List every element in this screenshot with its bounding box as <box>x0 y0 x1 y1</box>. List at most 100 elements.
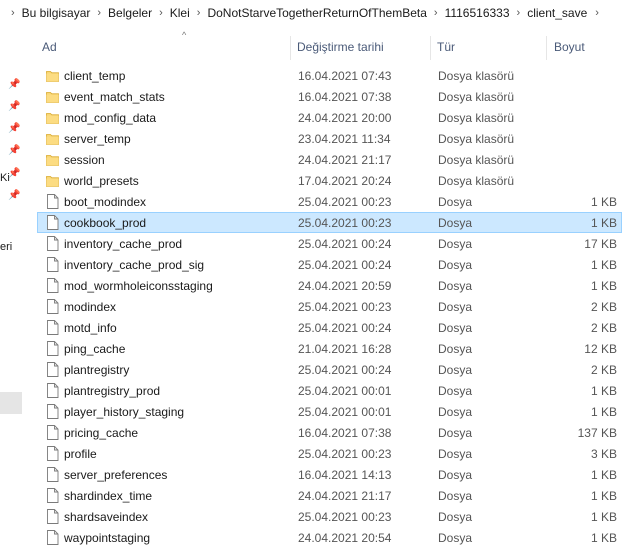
file-type: Dosya <box>438 342 473 356</box>
nav-item-selected[interactable] <box>0 392 22 414</box>
file-type: Dosya <box>438 300 473 314</box>
file-icon <box>46 341 59 356</box>
file-type: Dosya <box>438 405 473 419</box>
file-modified-date: 23.04.2021 11:34 <box>298 132 391 146</box>
file-row[interactable]: pricing_cache 16.04.2021 07:38 Dosya 137 KB <box>37 422 622 443</box>
file-row[interactable]: mod_config_data 24.04.2021 20:00 Dosya kla… <box>37 107 622 128</box>
file-row[interactable]: plantregistry 25.04.2021 00:24 Dosya 2 KB <box>37 359 622 380</box>
file-type: Dosya <box>438 363 473 377</box>
file-row[interactable]: player_history_staging 25.04.2021 00:01 Do… <box>37 401 622 422</box>
file-row[interactable]: mod_wormholeiconsstaging 24.04.2021 20:59… <box>37 275 622 296</box>
file-row[interactable]: event_match_stats 16.04.2021 07:38 Dosya k… <box>37 86 622 107</box>
file-row[interactable]: inventory_cache_prod 25.04.2021 00:24 Dosy… <box>37 233 622 254</box>
column-divider[interactable] <box>430 36 431 60</box>
file-row[interactable]: cookbook_prod 25.04.2021 00:23 Dosya 1 KB <box>37 212 622 233</box>
chevron-right-icon[interactable]: › <box>517 7 521 19</box>
file-modified-date: 16.04.2021 14:13 <box>298 468 392 482</box>
file-icon <box>46 194 59 209</box>
file-icon <box>46 362 59 377</box>
file-type: Dosya <box>438 321 473 335</box>
file-name: plantregistry <box>64 363 130 377</box>
file-row[interactable]: session 24.04.2021 21:17 Dosya klasörü <box>37 149 622 170</box>
column-divider[interactable] <box>546 36 547 60</box>
breadcrumb-item[interactable]: Bu bilgisayar <box>22 6 91 20</box>
file-icon <box>46 530 59 545</box>
file-name: inventory_cache_prod_sig <box>64 258 205 272</box>
column-header-name[interactable]: Ad <box>42 40 57 54</box>
file-name: profile <box>64 447 97 461</box>
pin-icon[interactable]: 📌 <box>8 168 20 179</box>
file-size: 2 KB <box>590 321 617 335</box>
file-modified-date: 24.04.2021 21:17 <box>298 153 392 167</box>
folder-icon <box>46 131 59 146</box>
breadcrumb-items: › Bu bilgisayar › Belgeler › Klei › DoNotStarve… <box>0 6 587 20</box>
nav-item-label[interactable]: eri <box>0 241 12 253</box>
file-row[interactable]: inventory_cache_prod_sig 25.04.2021 00:24… <box>37 254 622 275</box>
file-name: player_history_staging <box>64 405 185 419</box>
folder-icon <box>46 68 59 83</box>
breadcrumb-item[interactable]: client_save <box>527 6 587 20</box>
file-name: plantregistry_prod <box>64 384 161 398</box>
chevron-right-icon[interactable]: › <box>595 7 599 19</box>
file-name: server_preferences <box>64 468 168 482</box>
file-size: 3 KB <box>590 447 617 461</box>
file-row[interactable]: modindex 25.04.2021 00:23 Dosya 2 KB <box>37 296 622 317</box>
sort-ascending-icon: ^ <box>182 30 187 40</box>
breadcrumb-item[interactable]: Belgeler <box>108 6 152 20</box>
chevron-right-icon[interactable]: › <box>97 7 101 19</box>
file-row[interactable]: server_temp 23.04.2021 11:34 Dosya klasörü <box>37 128 622 149</box>
file-type: Dosya <box>438 279 473 293</box>
file-modified-date: 24.04.2021 20:59 <box>298 279 392 293</box>
breadcrumb-item[interactable]: DoNotStarveTogetherReturnOfThemBeta <box>207 6 426 20</box>
file-type: Dosya <box>438 216 473 230</box>
chevron-right-icon[interactable]: › <box>434 7 438 19</box>
breadcrumb: › Bu bilgisayar › Belgeler › Klei › DoNotStarve… <box>0 0 640 26</box>
column-header-size[interactable]: Boyut <box>554 40 585 54</box>
file-size: 2 KB <box>590 300 617 314</box>
pin-icon[interactable]: 📌 <box>8 190 20 201</box>
column-divider[interactable] <box>290 36 291 60</box>
file-size: 1 KB <box>590 195 617 209</box>
file-icon <box>46 299 59 314</box>
column-header-date[interactable]: Değiştirme tarihi <box>297 40 384 54</box>
column-header-type[interactable]: Tür <box>437 40 455 54</box>
file-row[interactable]: client_temp 16.04.2021 07:43 Dosya klasörü <box>37 65 622 86</box>
file-row[interactable]: boot_modindex 25.04.2021 00:23 Dosya 1 KB <box>37 191 622 212</box>
breadcrumb-item[interactable]: 1116516333 <box>445 6 510 20</box>
file-modified-date: 25.04.2021 00:24 <box>298 258 392 272</box>
file-icon <box>46 236 59 251</box>
file-name: server_temp <box>64 132 131 146</box>
file-type: Dosya <box>438 489 473 503</box>
file-modified-date: 16.04.2021 07:38 <box>298 90 392 104</box>
file-type: Dosya klasörü <box>438 174 515 188</box>
file-row[interactable]: waypointstaging 24.04.2021 20:54 Dosya 1 KB <box>37 527 622 548</box>
file-row[interactable]: plantregistry_prod 25.04.2021 00:01 Dosya 1… <box>37 380 622 401</box>
file-modified-date: 24.04.2021 21:17 <box>298 489 392 503</box>
file-row[interactable]: ping_cache 21.04.2021 16:28 Dosya 12 KB <box>37 338 622 359</box>
folder-icon <box>46 89 59 104</box>
file-icon <box>46 467 59 482</box>
file-size: 1 KB <box>590 405 617 419</box>
file-row[interactable]: shardindex_time 24.04.2021 21:17 Dosya 1 KB <box>37 485 622 506</box>
pin-icon[interactable]: 📌 <box>8 123 20 134</box>
file-type: Dosya <box>438 426 473 440</box>
file-name: world_presets <box>64 174 139 188</box>
file-name: boot_modindex <box>64 195 147 209</box>
file-row[interactable]: profile 25.04.2021 00:23 Dosya 3 KB <box>37 443 622 464</box>
breadcrumb-item[interactable]: Klei <box>170 6 190 20</box>
pin-icon[interactable]: 📌 <box>8 101 20 112</box>
file-row[interactable]: world_presets 17.04.2021 20:24 Dosya klasö… <box>37 170 622 191</box>
chevron-right-icon[interactable]: › <box>197 7 201 19</box>
file-row[interactable]: motd_info 25.04.2021 00:24 Dosya 2 KB <box>37 317 622 338</box>
file-row[interactable]: shardsaveindex 25.04.2021 00:23 Dosya 1 KB <box>37 506 622 527</box>
file-row[interactable]: server_preferences 16.04.2021 14:13 Dosya 1… <box>37 464 622 485</box>
column-headers: ^ Ad Değiştirme tarihi Tür Boyut <box>22 26 640 66</box>
pin-icon[interactable]: 📌 <box>8 79 20 90</box>
chevron-right-icon[interactable]: › <box>11 7 15 19</box>
chevron-right-icon[interactable]: › <box>159 7 163 19</box>
file-size: 12 KB <box>584 342 617 356</box>
file-modified-date: 24.04.2021 20:00 <box>298 111 392 125</box>
pin-icon[interactable]: 📌 <box>8 145 20 156</box>
file-modified-date: 25.04.2021 00:23 <box>298 216 392 230</box>
file-modified-date: 21.04.2021 16:28 <box>298 342 392 356</box>
